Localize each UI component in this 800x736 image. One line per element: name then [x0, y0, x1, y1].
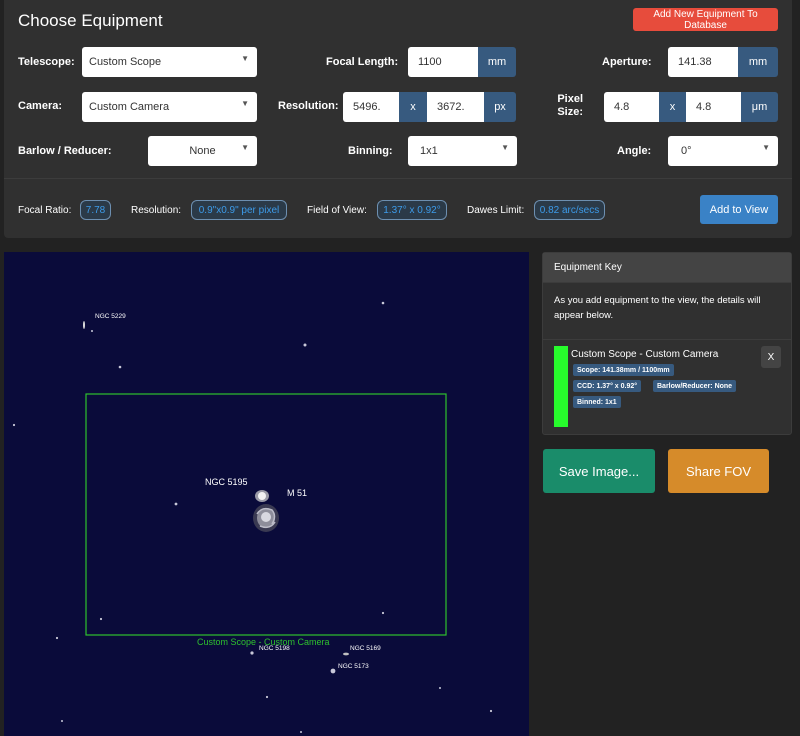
focal-ratio-label: Focal Ratio:	[18, 205, 72, 216]
fov-badge: 1.37° x 0.92°	[377, 200, 447, 220]
chevron-down-icon: ▼	[241, 99, 249, 108]
telescope-label: Telescope:	[18, 56, 75, 68]
star	[381, 611, 385, 615]
barlow-value: None	[189, 145, 216, 157]
angle-value: 0°	[681, 145, 692, 157]
barlow-select[interactable]: None ▼	[148, 136, 257, 166]
barlow-label: Barlow / Reducer:	[18, 145, 112, 157]
focal-length-input[interactable]: 1100	[408, 47, 478, 77]
ngc5229-galaxy	[83, 321, 85, 329]
telescope-value: Custom Scope	[89, 56, 162, 68]
aperture-label: Aperture:	[602, 56, 652, 68]
divider	[4, 178, 792, 179]
sky-chart: NGC 5229 NGC 5195 M 51 NGC 5198 NGC 5169…	[12, 301, 493, 733]
aperture-unit: mm	[738, 47, 778, 77]
star	[61, 720, 63, 722]
focal-length-label: Focal Length:	[326, 56, 399, 68]
scope-chip: Scope: 141.38mm / 1100mm	[573, 364, 674, 376]
pixel-size-label-line2: Size:	[557, 106, 583, 118]
chevron-down-icon: ▼	[241, 143, 249, 152]
star-field	[12, 301, 493, 733]
camera-value: Custom Camera	[89, 101, 170, 113]
chevron-down-icon: ▼	[241, 54, 249, 63]
pixel-height-input[interactable]: 4.8	[686, 92, 741, 122]
star	[439, 687, 441, 689]
resolution-label: Resolution:	[278, 100, 339, 112]
star	[265, 695, 269, 699]
camera-label: Camera:	[18, 100, 63, 112]
binning-value: 1x1	[420, 145, 438, 157]
save-image-button[interactable]: Save Image...	[543, 449, 655, 493]
angle-select[interactable]: 0° ▼	[668, 136, 778, 166]
fov-label: Field of View:	[307, 205, 367, 216]
pixel-size-unit: μm	[741, 92, 778, 122]
add-equipment-button[interactable]: Add New Equipment To Database	[633, 8, 778, 31]
binned-chip: Binned: 1x1	[573, 396, 621, 408]
sky-view[interactable]: NGC 5229 NGC 5195 M 51 NGC 5198 NGC 5169…	[4, 252, 529, 736]
ccd-chip: CCD: 1.37° x 0.92°	[573, 380, 642, 392]
pixel-times: x	[659, 92, 686, 122]
barlow-chip: Barlow/Reducer: None	[653, 380, 737, 392]
camera-select[interactable]: Custom Camera ▼	[82, 92, 257, 122]
chevron-down-icon: ▼	[762, 143, 770, 152]
star	[381, 301, 385, 305]
equipment-key-title: Equipment Key	[543, 253, 791, 283]
m51-label: M 51	[287, 488, 307, 498]
pixel-width-input[interactable]: 4.8	[604, 92, 659, 122]
focal-length-unit: mm	[478, 47, 516, 77]
chevron-down-icon: ▼	[501, 143, 509, 152]
pixel-size-label: Pixel Size:	[553, 93, 583, 119]
focal-ratio-badge: 7.78	[80, 200, 111, 220]
pixel-size-label-line1: Pixel	[557, 93, 583, 105]
star	[300, 731, 302, 733]
m51-galaxy	[253, 504, 279, 532]
equipment-key-panel: Equipment Key As you add equipment to th…	[542, 252, 792, 435]
entry-name: Custom Scope - Custom Camera	[571, 349, 719, 360]
resolution-height-input[interactable]: 3672.	[427, 92, 484, 122]
resolution-width-input[interactable]: 5496.	[343, 92, 399, 122]
star	[303, 343, 307, 347]
star	[174, 502, 178, 506]
ngc5229-label: NGC 5229	[95, 313, 126, 320]
star	[91, 330, 93, 332]
star	[330, 668, 336, 674]
resolution-unit: px	[484, 92, 516, 122]
resolution-stat-label: Resolution:	[131, 205, 182, 216]
dawes-label: Dawes Limit:	[467, 205, 525, 216]
entry-color-swatch	[554, 346, 568, 427]
divider	[543, 339, 791, 340]
star	[489, 709, 493, 713]
share-fov-button[interactable]: Share FOV	[668, 449, 769, 493]
star	[118, 365, 122, 369]
ngc5195-label: NGC 5195	[205, 477, 248, 487]
ngc5173-label: NGC 5173	[338, 663, 369, 670]
remove-entry-button[interactable]: X	[761, 346, 781, 368]
fov-overlay-label: Custom Scope - Custom Camera	[197, 637, 330, 647]
aperture-input[interactable]: 141.38	[668, 47, 738, 77]
resolution-badge: 0.9"x0.9" per pixel	[191, 200, 287, 220]
star	[99, 617, 103, 621]
add-to-view-button[interactable]: Add to View	[700, 195, 778, 224]
ngc5195-galaxy	[255, 490, 269, 502]
ngc5169-galaxy	[343, 652, 349, 656]
binning-label: Binning:	[348, 145, 393, 157]
telescope-select[interactable]: Custom Scope ▼	[82, 47, 257, 77]
binning-select[interactable]: 1x1 ▼	[408, 136, 517, 166]
page-title: Choose Equipment	[18, 11, 163, 30]
ngc5169-label: NGC 5169	[350, 645, 381, 652]
star	[12, 423, 16, 427]
dawes-badge: 0.82 arc/secs	[534, 200, 605, 220]
equipment-key-description: As you add equipment to the view, the de…	[554, 295, 761, 321]
angle-label: Angle:	[617, 145, 652, 157]
resolution-times: x	[399, 92, 427, 122]
star	[55, 636, 59, 640]
star	[250, 651, 254, 655]
